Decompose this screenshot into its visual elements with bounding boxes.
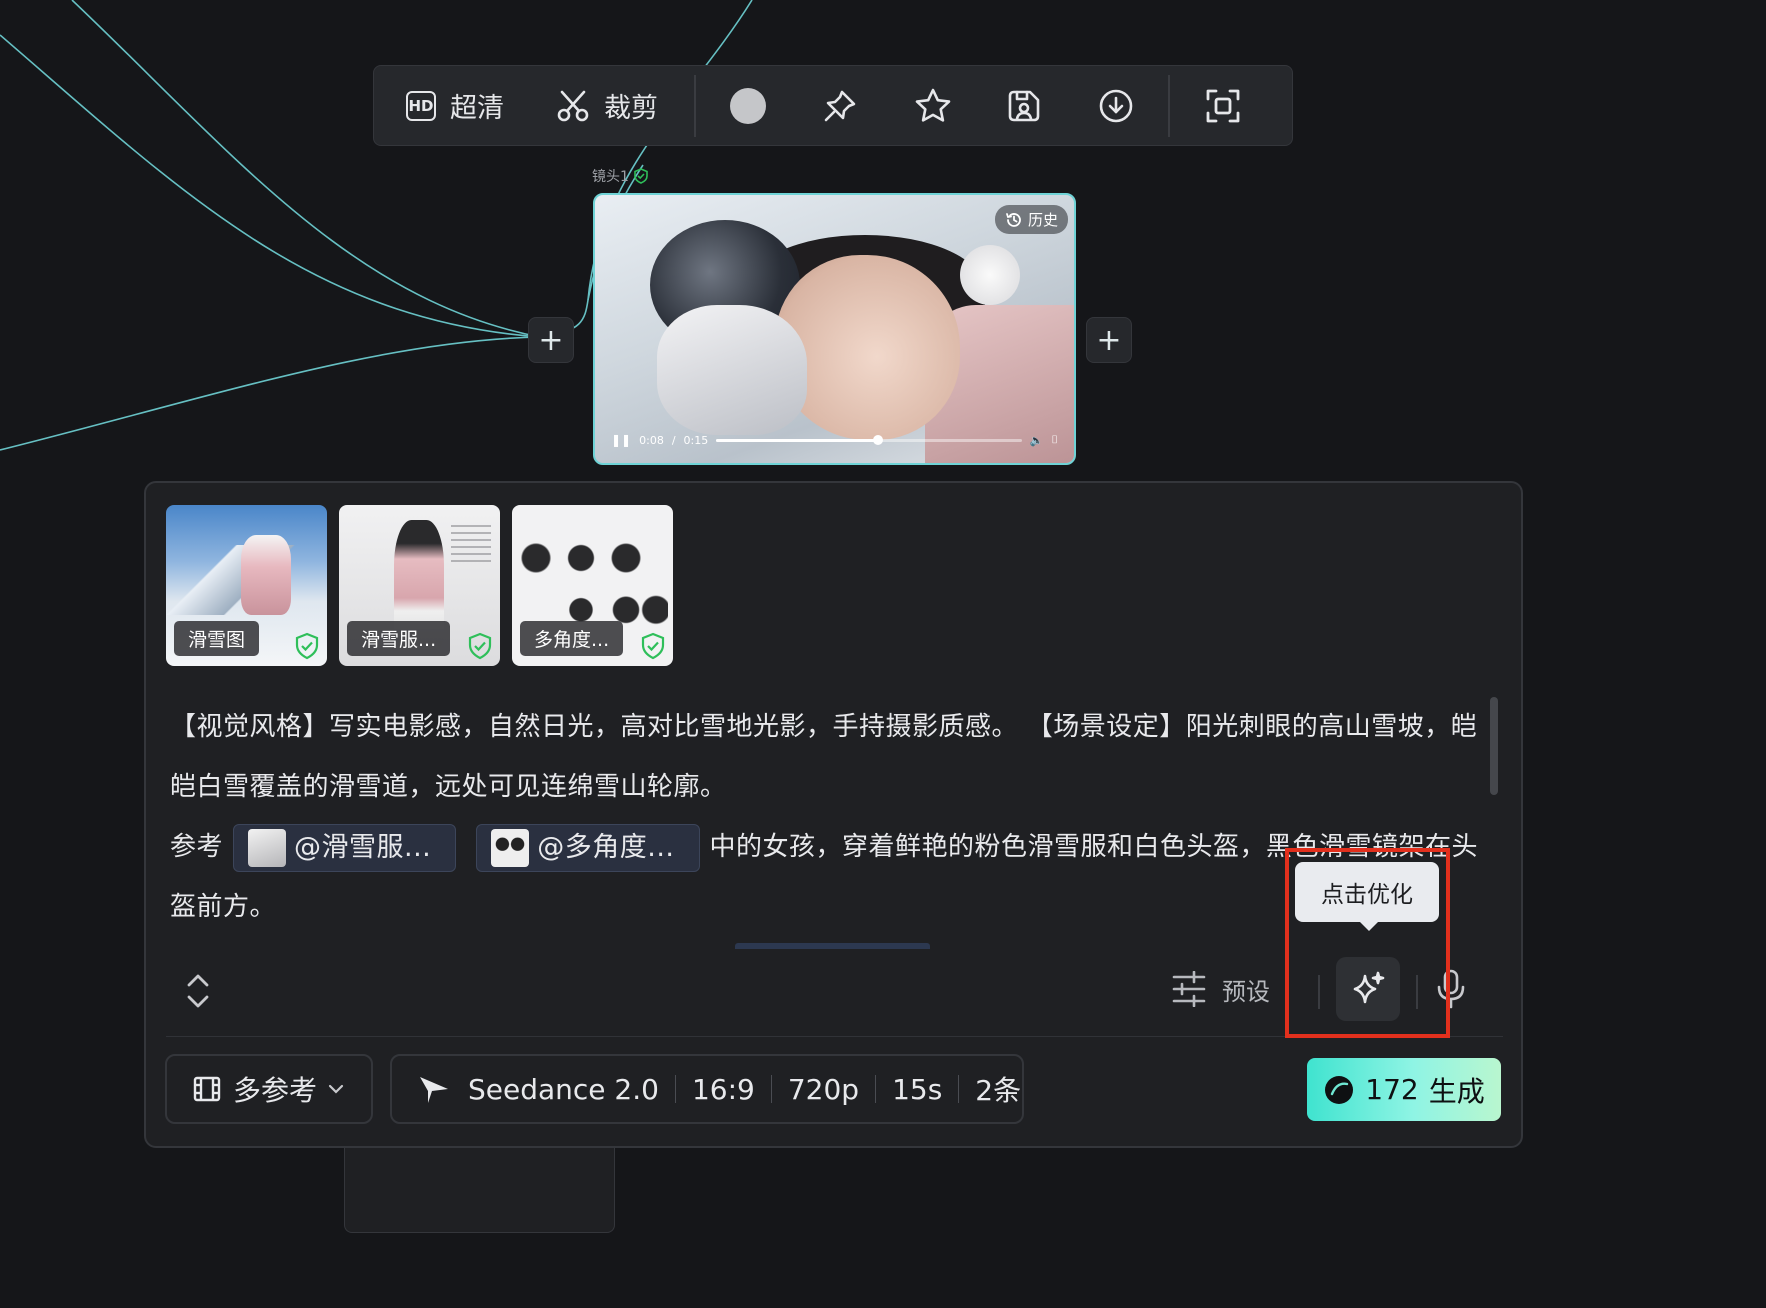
crop-label: 裁剪 (604, 93, 658, 124)
hd-icon: HD (406, 90, 436, 121)
ref-chip-multiangle[interactable]: @多角度... (476, 823, 700, 872)
time-total: 0:15 (683, 433, 709, 447)
ref-chip-label: @多角度... (537, 831, 675, 863)
prompt-text-style: 【视觉风格】写实电影感，自然日光，高对比雪地光影，手持摄影质感。 【场景设定】阳… (170, 712, 1478, 802)
plus-icon: + (1096, 322, 1122, 358)
ref-chip-label: @滑雪服... (294, 831, 432, 863)
video-progress-fill (716, 438, 879, 442)
image-toolbar: HD 超清 裁剪 (373, 65, 1293, 146)
verified-shield-icon (468, 632, 492, 660)
history-button[interactable]: 历史 (995, 205, 1069, 234)
reference-thumb-ski[interactable]: 滑雪图 (166, 505, 327, 666)
shield-check-icon (634, 168, 648, 184)
chevron-down-icon (328, 1084, 344, 1094)
hd-label: 超清 (450, 93, 504, 124)
history-clock-icon (1006, 212, 1021, 227)
snapshot-icon[interactable]: ⌷ (1051, 433, 1058, 447)
preset-label: 预设 (1222, 977, 1270, 1006)
add-left-button[interactable]: + (528, 317, 574, 363)
generate-cost: 172 (1365, 1073, 1419, 1106)
video-frame-pompom (960, 245, 1020, 305)
count-label: 2条 (975, 1074, 1022, 1107)
ref-chip-thumb (248, 828, 287, 867)
lower-node-card[interactable] (344, 1148, 615, 1233)
thumb-skier (241, 535, 291, 615)
reference-caption: 多角度... (520, 621, 624, 656)
color-swatch-button[interactable] (730, 87, 766, 124)
settings-divider (958, 1075, 960, 1103)
scissors-icon (557, 90, 589, 121)
video-progress-knob[interactable] (873, 434, 884, 445)
save-person-icon (1008, 90, 1040, 121)
focus-frame-icon (1206, 89, 1240, 122)
reference-thumb-multiangle[interactable]: 多角度... (512, 505, 673, 666)
video-progress-track[interactable] (716, 434, 1022, 445)
expand-toggle-button[interactable] (184, 971, 212, 1015)
settings-divider (674, 1075, 676, 1103)
prompt-scrollbar[interactable] (1490, 697, 1498, 795)
fullscreen-button[interactable] (1204, 87, 1242, 125)
time-current: 0:08 (639, 433, 664, 447)
duration-label: 15s (892, 1072, 943, 1106)
thumb-notes (451, 525, 491, 565)
history-label: 历史 (1028, 211, 1059, 229)
plus-icon: + (538, 322, 564, 358)
aspect-ratio-label: 16:9 (691, 1072, 755, 1106)
reference-thumb-skiwear[interactable]: 滑雪服... (339, 505, 500, 666)
film-icon (193, 1076, 221, 1102)
time-separator: / (671, 433, 676, 447)
save-to-assets-button[interactable] (1006, 88, 1042, 124)
star-icon (915, 88, 951, 122)
reference-caption: 滑雪服... (347, 621, 451, 656)
chevron-up-down-icon (187, 974, 209, 1008)
shot-label: 镜头1 (592, 166, 649, 186)
seedance-logo-icon (420, 1077, 448, 1103)
sliders-icon (1172, 971, 1206, 1007)
color-dot-icon (730, 87, 766, 124)
video-player-controls: ❚❚ 0:08 / 0:15 🔈 ⌷ (611, 433, 1058, 447)
ref-chip-thumb (491, 828, 530, 867)
verified-shield-icon (641, 632, 665, 660)
video-frame-glove (657, 305, 807, 435)
toolbar-divider (1168, 74, 1170, 137)
reference-mode-label: 多参考 (233, 1074, 318, 1107)
generate-label: 生成 (1428, 1074, 1485, 1108)
pin-icon (824, 90, 856, 121)
prompt-editor[interactable]: 【视觉风格】写实电影感，自然日光，高对比雪地光影，手持摄影质感。 【场景设定】阳… (170, 697, 1480, 937)
reference-mode-select[interactable]: 多参考 (165, 1054, 373, 1124)
prompt-overflow-indicator (735, 943, 930, 949)
crop-button[interactable]: 裁剪 (556, 86, 658, 125)
download-icon (1099, 89, 1133, 122)
shot-video-card[interactable]: 历史 ❚❚ 0:08 / 0:15 🔈 ⌷ (593, 193, 1076, 465)
shot-label-text: 镜头1 (592, 169, 629, 185)
reference-caption: 滑雪图 (174, 621, 260, 656)
preset-button[interactable]: 预设 (1172, 971, 1270, 1007)
favorite-button[interactable] (914, 87, 952, 125)
annotation-highlight-box (1285, 848, 1450, 1038)
verified-shield-icon (295, 632, 319, 660)
add-right-button[interactable]: + (1086, 317, 1132, 363)
pin-button[interactable] (822, 88, 858, 124)
settings-divider (875, 1075, 877, 1103)
prompt-ref-prefix: 参考 (170, 832, 224, 862)
ref-chip-skiwear[interactable]: @滑雪服... (233, 823, 457, 872)
credit-bean-icon (1325, 1075, 1354, 1104)
model-label: Seedance 2.0 (468, 1072, 659, 1106)
volume-icon[interactable]: 🔈 (1030, 434, 1044, 447)
generate-button[interactable]: 172 生成 (1307, 1058, 1501, 1121)
prompt-panel: 滑雪图 滑雪服... 多角度... 【视觉风格】写实电影感，自然日光，高对比雪地… (144, 481, 1523, 1148)
resolution-label: 720p (787, 1072, 860, 1106)
settings-divider (770, 1075, 772, 1103)
download-button[interactable] (1098, 88, 1134, 124)
toolbar-divider (694, 74, 696, 137)
pause-icon[interactable]: ❚❚ (611, 433, 631, 447)
generation-settings[interactable]: Seedance 2.0 16:9 720p 15s 2条 (390, 1054, 1024, 1124)
hd-upscale-button[interactable]: HD 超清 (406, 86, 504, 125)
